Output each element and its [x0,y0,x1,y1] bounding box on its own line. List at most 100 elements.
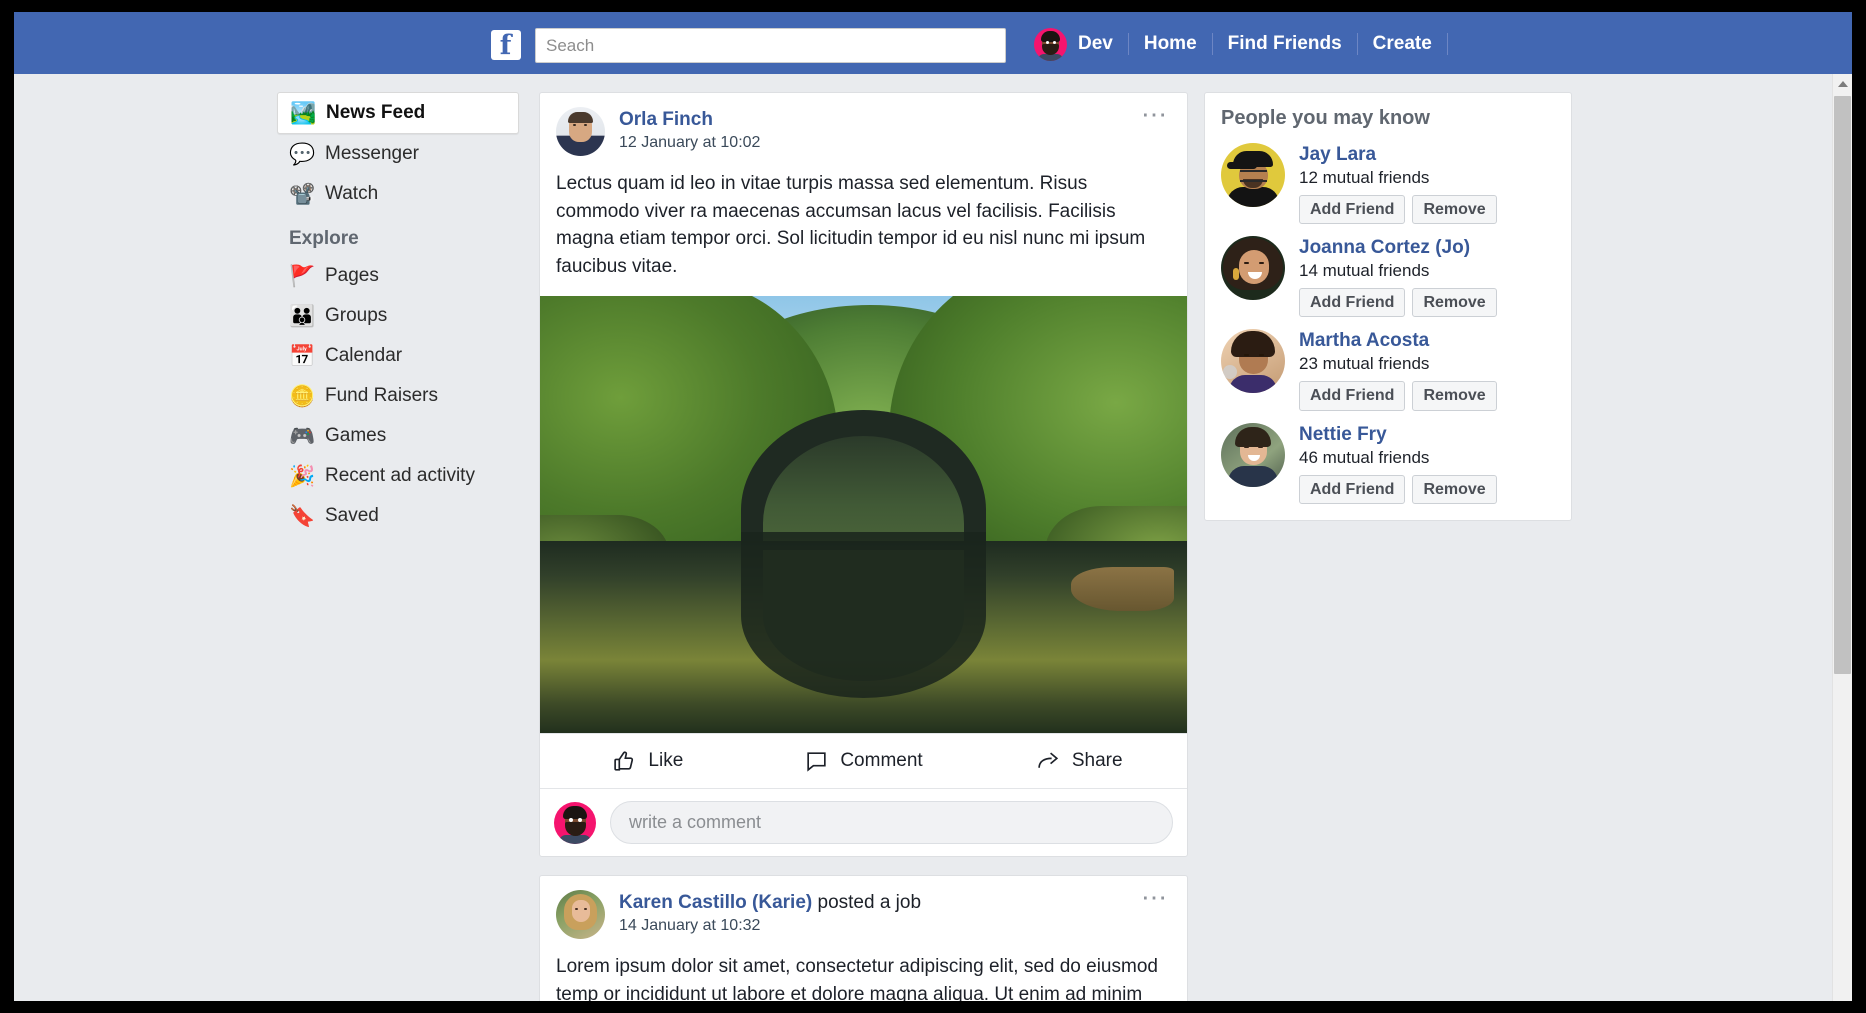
sidebar-item-label: Games [325,425,387,446]
add-friend-button[interactable]: Add Friend [1299,195,1406,225]
remove-button[interactable]: Remove [1412,288,1497,318]
avatar[interactable] [554,801,596,844]
post-body-main: Lorem ipsum dolor sit amet, consectetur … [556,956,1158,1001]
avatar[interactable] [1221,236,1285,301]
avatar-eye-right [578,817,582,822]
person-name[interactable]: Martha Acosta [1299,330,1429,352]
facebook-logo-icon[interactable]: f [491,30,521,60]
messenger-icon: 💬 [289,142,316,166]
comment-label: Comment [840,750,923,772]
avatar[interactable] [1221,422,1285,487]
people-you-may-know-card: People you may know Jay Lara 12 mutual f… [1204,92,1572,521]
sidebar-item-games[interactable]: 🎮 Games [277,416,519,456]
top-navigation-bar: f Dev Home Find Friends Create [14,12,1852,74]
share-button[interactable]: Share [971,749,1187,774]
avatar-beard [1042,43,1059,55]
avatar[interactable] [1221,329,1285,394]
comment-bubble-icon [807,752,826,772]
avatar-body [559,834,591,844]
page-content: 🏞️ News Feed 💬 Messenger 📽️ Watch Explor… [14,74,1852,1001]
avatar[interactable] [556,890,605,940]
avatar-eye-left [573,124,576,126]
avatar-eye-left [1244,262,1249,265]
nav-user-name[interactable]: Dev [1078,33,1113,55]
sidebar-item-watch[interactable]: 📽️ Watch [277,174,519,214]
scroll-up-arrow-icon[interactable] [1833,74,1852,93]
add-friend-button[interactable]: Add Friend [1299,474,1406,504]
avatar-eye-right [1259,262,1264,265]
add-friend-button[interactable]: Add Friend [1299,381,1406,411]
scrollbar-thumb[interactable] [1834,96,1851,674]
avatar-cap-brim [1227,162,1257,169]
calendar-icon: 📅 [289,344,316,368]
avatar-hair [568,112,593,123]
avatar-glasses [1240,170,1267,182]
avatar[interactable] [1034,27,1067,61]
avatar-hair [1231,331,1275,358]
post-card: Karen Castillo (Karie) posted a job 14 J… [539,875,1188,1001]
avatar-eye-right [584,124,587,126]
left-sidebar: 🏞️ News Feed 💬 Messenger 📽️ Watch Explor… [277,92,519,536]
avatar-body [1038,53,1063,61]
photo-shore [1070,567,1175,611]
sidebar-item-recent-ad-activity[interactable]: 🎉 Recent ad activity [277,456,519,496]
avatar-earring [1233,268,1239,281]
more-options-icon[interactable]: ⋯ [1141,101,1169,127]
games-controller-icon: 🎮 [289,424,316,448]
person-info: Joanna Cortez (Jo) 14 mutual friends Add… [1299,236,1555,318]
avatar-hair [1235,426,1271,447]
vertical-scrollbar[interactable] [1832,74,1852,1001]
avatar-body [1227,187,1279,207]
like-label: Like [648,750,684,772]
avatar-hair [1041,30,1060,42]
sidebar-item-messenger[interactable]: 💬 Messenger [277,134,519,174]
sidebar-item-news-feed[interactable]: 🏞️ News Feed [277,92,519,134]
sidebar-item-fund-raisers[interactable]: 🪙 Fund Raisers [277,376,519,416]
add-friend-button[interactable]: Add Friend [1299,288,1406,318]
sidebar-item-groups[interactable]: 👪 Groups [277,296,519,336]
sidebar-item-pages[interactable]: 🚩 Pages [277,256,519,296]
post-meta: Karen Castillo (Karie) posted a job 14 J… [619,890,921,935]
facebook-logo-letter: f [499,30,512,61]
person-name[interactable]: Joanna Cortez (Jo) [1299,237,1470,259]
post-author-action: posted a job [812,892,922,914]
remove-button[interactable]: Remove [1412,474,1497,504]
mutual-friends-count: 23 mutual friends [1299,354,1430,374]
news-feed-icon: 🏞️ [290,101,317,125]
post-meta: Orla Finch 12 January at 10:02 [619,107,760,152]
more-options-icon[interactable]: ⋯ [1141,884,1169,910]
post-body-text: Lectus quam id leo in vitae turpis massa… [556,173,1151,277]
nav-link-find-friends[interactable]: Find Friends [1228,33,1342,55]
comment-composer [540,788,1187,856]
remove-button[interactable]: Remove [1412,381,1497,411]
avatar[interactable] [556,107,605,156]
like-button[interactable]: Like [540,749,756,774]
comment-button[interactable]: Comment [756,749,972,774]
nav-link-home[interactable]: Home [1144,33,1197,55]
remove-button[interactable]: Remove [1412,195,1497,225]
sidebar-item-saved[interactable]: 🔖 Saved [277,496,519,536]
avatar-body [1229,375,1277,394]
avatar[interactable] [1221,143,1285,207]
sidebar-item-calendar[interactable]: 📅 Calendar [277,336,519,376]
person-name[interactable]: Nettie Fry [1299,424,1387,446]
post-body-text: Lorem ipsum dolor sit amet, consectetur … [540,939,1187,1001]
search-input[interactable] [535,28,1006,63]
avatar-beard [565,821,586,836]
post-timestamp: 12 January at 10:02 [619,134,761,151]
post-author-name[interactable]: Karen Castillo (Karie) [619,892,812,913]
fund-raisers-coin-icon: 🪙 [289,384,316,408]
avatar-hair [563,805,587,819]
post-author-name[interactable]: Orla Finch [619,109,713,130]
comment-input[interactable] [610,801,1173,845]
nav-divider [1356,33,1358,55]
avatar-eye-left [569,817,573,822]
groups-icon: 👪 [289,304,316,328]
browser-viewport: f Dev Home Find Friends Create [14,12,1852,1001]
sidebar-item-label: Pages [325,265,379,286]
post-photo[interactable] [540,296,1187,734]
nav-link-create[interactable]: Create [1373,33,1432,55]
person-name[interactable]: Jay Lara [1299,144,1376,166]
avatar-eye-left [1046,40,1049,44]
pages-flag-icon: 🚩 [289,264,316,288]
